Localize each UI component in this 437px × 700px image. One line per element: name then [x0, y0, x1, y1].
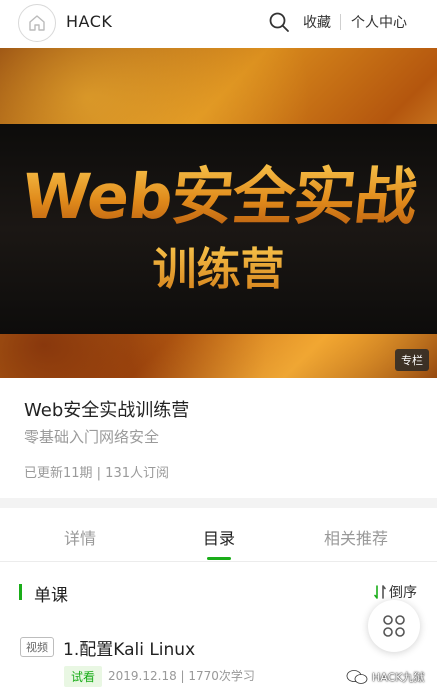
banner-subtitle: 训练营	[0, 244, 437, 296]
home-button[interactable]	[18, 4, 56, 42]
trial-tag: 试看	[64, 666, 103, 687]
brand-name: HACK	[66, 12, 113, 31]
tab-bar: 详情 目录 相关推荐	[0, 508, 437, 562]
top-bar: HACK 收藏 个人中心	[0, 0, 437, 45]
search-icon[interactable]	[268, 11, 290, 33]
video-tag: 视频	[20, 637, 54, 657]
lesson-title[interactable]: 1.配置Kali Linux	[63, 635, 195, 660]
course-subtitle: 零基础入门网络安全	[24, 428, 160, 446]
watermark-text: HACK九狱	[372, 671, 425, 684]
active-tab-indicator	[207, 557, 231, 560]
section-accent-bar	[19, 584, 22, 600]
section-title: 单课	[34, 586, 68, 606]
wechat-icon	[346, 670, 368, 684]
course-meta: 已更新11期 | 131人订阅	[24, 466, 169, 481]
watermark: HACK九狱	[346, 669, 425, 685]
tab-catalog[interactable]: 目录	[169, 525, 269, 549]
course-banner: Web安全实战 训练营 专栏	[0, 48, 437, 378]
sort-order-label: 倒序	[389, 585, 417, 601]
sort-icon	[374, 585, 386, 599]
home-icon	[29, 15, 45, 31]
lesson-meta: 2019.12.18 | 1770次学习	[108, 669, 255, 683]
column-badge: 专栏	[395, 349, 429, 371]
divider	[340, 14, 341, 30]
sort-order-button[interactable]: 倒序	[374, 582, 417, 602]
banner-title: Web安全实战	[10, 160, 427, 233]
favorite-link[interactable]: 收藏	[303, 12, 331, 32]
profile-link[interactable]: 个人中心	[351, 12, 407, 32]
tab-recommended[interactable]: 相关推荐	[306, 525, 406, 549]
course-title: Web安全实战训练营	[24, 400, 190, 421]
grid-menu-icon	[383, 615, 405, 637]
tab-details[interactable]: 详情	[30, 525, 130, 549]
section-gap	[0, 498, 437, 508]
floating-menu-button[interactable]	[368, 600, 420, 652]
